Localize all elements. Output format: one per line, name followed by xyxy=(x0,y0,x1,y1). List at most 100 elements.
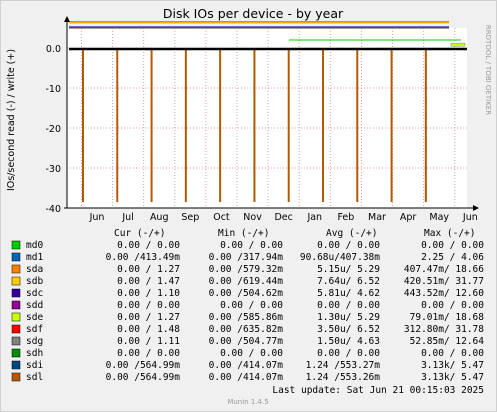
x-tick-label: Mar xyxy=(368,212,386,223)
legend-avg: 1.30u/ 5.29 xyxy=(317,312,380,323)
legend-max: 3.13k/ 5.47 xyxy=(421,360,484,371)
legend-name: md1 xyxy=(26,252,43,263)
legend-avg: 5.81u/ 4.62 xyxy=(317,288,380,299)
legend-avg: 0.00 / 0.00 xyxy=(317,240,380,251)
legend-avg: 1.50u/ 4.63 xyxy=(317,336,380,347)
legend-min: 0.00 /414.07m xyxy=(209,372,284,383)
legend-max: 79.01m/ 18.68 xyxy=(410,312,485,323)
x-tick-label: Oct xyxy=(213,212,230,223)
legend-max: 3.13k/ 5.47 xyxy=(421,372,484,383)
legend-swatch xyxy=(11,300,21,310)
legend-name: sdi xyxy=(26,360,43,371)
legend-avg: 3.50u/ 6.52 xyxy=(317,324,380,335)
y-tick-label: -20 xyxy=(45,124,61,135)
x-tick-label: Nov xyxy=(243,212,262,223)
legend-min: 0.00 / 0.00 xyxy=(220,240,283,251)
y-tick-label: -10 xyxy=(45,84,61,95)
x-tick-label: Jun xyxy=(462,212,478,223)
x-tick-label: Sep xyxy=(181,212,199,223)
x-tick-label: Aug xyxy=(150,212,169,223)
legend-min: 0.00 /504.77m xyxy=(209,336,284,347)
legend-swatch xyxy=(11,240,21,250)
disk-io-chart: Disk IOs per device - by year IOs/second… xyxy=(0,0,497,412)
legend-header-min: Min (-/+) xyxy=(218,228,269,239)
legend-name: sdh xyxy=(26,348,43,359)
x-tick-label: Jun xyxy=(89,212,105,223)
y-tick-label: -30 xyxy=(45,164,61,175)
legend-avg: 90.68u/407.38m xyxy=(300,252,380,263)
legend-cur: 0.00 / 1.11 xyxy=(117,336,180,347)
last-update: Last update: Sat Jun 21 00:15:03 2025 xyxy=(272,385,484,396)
write-tail xyxy=(450,42,466,47)
legend-min: 0.00 /635.82m xyxy=(209,324,284,335)
legend-min: 0.00 / 0.00 xyxy=(220,348,283,359)
legend-cur: 0.00 / 1.47 xyxy=(117,276,180,287)
legend-swatch xyxy=(11,372,21,382)
legend-max: 2.25 / 4.06 xyxy=(421,252,484,263)
legend-min: 0.00 /579.32m xyxy=(209,264,284,275)
legend-cur: 0.00 /413.49m xyxy=(106,252,181,263)
legend-swatch xyxy=(11,288,21,298)
legend-name: sdd xyxy=(26,300,43,311)
legend-cur: 0.00 / 1.27 xyxy=(117,264,180,275)
legend-swatch xyxy=(11,336,21,346)
legend-min: 0.00 / 0.00 xyxy=(220,300,283,311)
legend-cur: 0.00 / 0.00 xyxy=(117,300,180,311)
legend-max: 0.00 / 0.00 xyxy=(421,300,484,311)
legend-min: 0.00 /414.07m xyxy=(209,360,284,371)
legend-min: 0.00 /504.62m xyxy=(209,288,284,299)
y-axis-label: IOs/second read (-) / write (+) xyxy=(6,49,17,191)
legend-name: sdc xyxy=(26,288,43,299)
legend-max: 0.00 / 0.00 xyxy=(421,348,484,359)
legend-swatch xyxy=(11,276,21,286)
legend-max: 443.52m/ 12.60 xyxy=(404,288,484,299)
legend-max: 52.85m/ 12.64 xyxy=(410,336,485,347)
legend-name: sdl xyxy=(26,372,43,383)
plot-area xyxy=(67,28,467,208)
graph-canvas: Disk IOs per device - by year IOs/second… xyxy=(0,0,497,412)
chart-title: Disk IOs per device - by year xyxy=(163,6,344,21)
x-tick-label: Jan xyxy=(306,212,322,223)
munin-version: Munin 1.4.5 xyxy=(227,398,268,406)
legend-swatch xyxy=(11,360,21,370)
legend-name: sde xyxy=(26,312,43,323)
legend-max: 407.47m/ 18.66 xyxy=(404,264,484,275)
legend-avg: 7.64u/ 6.52 xyxy=(317,276,380,287)
y-tick-label: -40 xyxy=(45,204,61,215)
legend-cur: 0.00 /564.99m xyxy=(106,360,181,371)
watermark: RRDTOOL / TOBI OETIKER xyxy=(484,25,492,115)
legend-cur: 0.00 /564.99m xyxy=(106,372,181,383)
legend-name: sdf xyxy=(26,324,43,335)
legend-header-cur: Cur (-/+) xyxy=(114,228,165,239)
legend-min: 0.00 /619.44m xyxy=(209,276,284,287)
y-tick-label: 0.0 xyxy=(46,44,61,55)
legend-max: 0.00 / 0.00 xyxy=(421,240,484,251)
legend-cur: 0.00 / 0.00 xyxy=(117,240,180,251)
legend-name: sdb xyxy=(26,276,43,287)
legend-cur: 0.00 / 1.10 xyxy=(117,288,180,299)
legend-cur: 0.00 / 1.27 xyxy=(117,312,180,323)
legend-avg: 0.00 / 0.00 xyxy=(317,348,380,359)
legend-swatch xyxy=(11,348,21,358)
legend-header-avg: Avg (-/+) xyxy=(326,228,377,239)
legend-min: 0.00 /317.94m xyxy=(209,252,284,263)
legend-name: sdg xyxy=(26,336,43,347)
legend-max: 312.80m/ 31.78 xyxy=(404,324,484,335)
legend-min: 0.00 /585.86m xyxy=(209,312,284,323)
legend-header-max: Max (-/+) xyxy=(424,228,475,239)
legend-max: 420.51m/ 31.77 xyxy=(404,276,484,287)
x-tick-label: Feb xyxy=(337,212,354,223)
legend-swatch xyxy=(11,264,21,274)
legend-cur: 0.00 / 1.48 xyxy=(117,324,180,335)
x-tick-label: Dec xyxy=(274,212,292,223)
legend-avg: 0.00 / 0.00 xyxy=(317,300,380,311)
legend-name: md0 xyxy=(26,240,43,251)
legend-swatch xyxy=(11,312,21,322)
x-tick-label: May xyxy=(429,212,449,223)
legend-avg: 1.24 /553.26m xyxy=(306,372,381,383)
x-tick-label: Jul xyxy=(121,212,133,223)
legend-swatch xyxy=(11,252,21,262)
legend-swatch xyxy=(11,324,21,334)
legend-name: sda xyxy=(26,264,43,275)
legend-avg: 5.15u/ 5.29 xyxy=(317,264,380,275)
